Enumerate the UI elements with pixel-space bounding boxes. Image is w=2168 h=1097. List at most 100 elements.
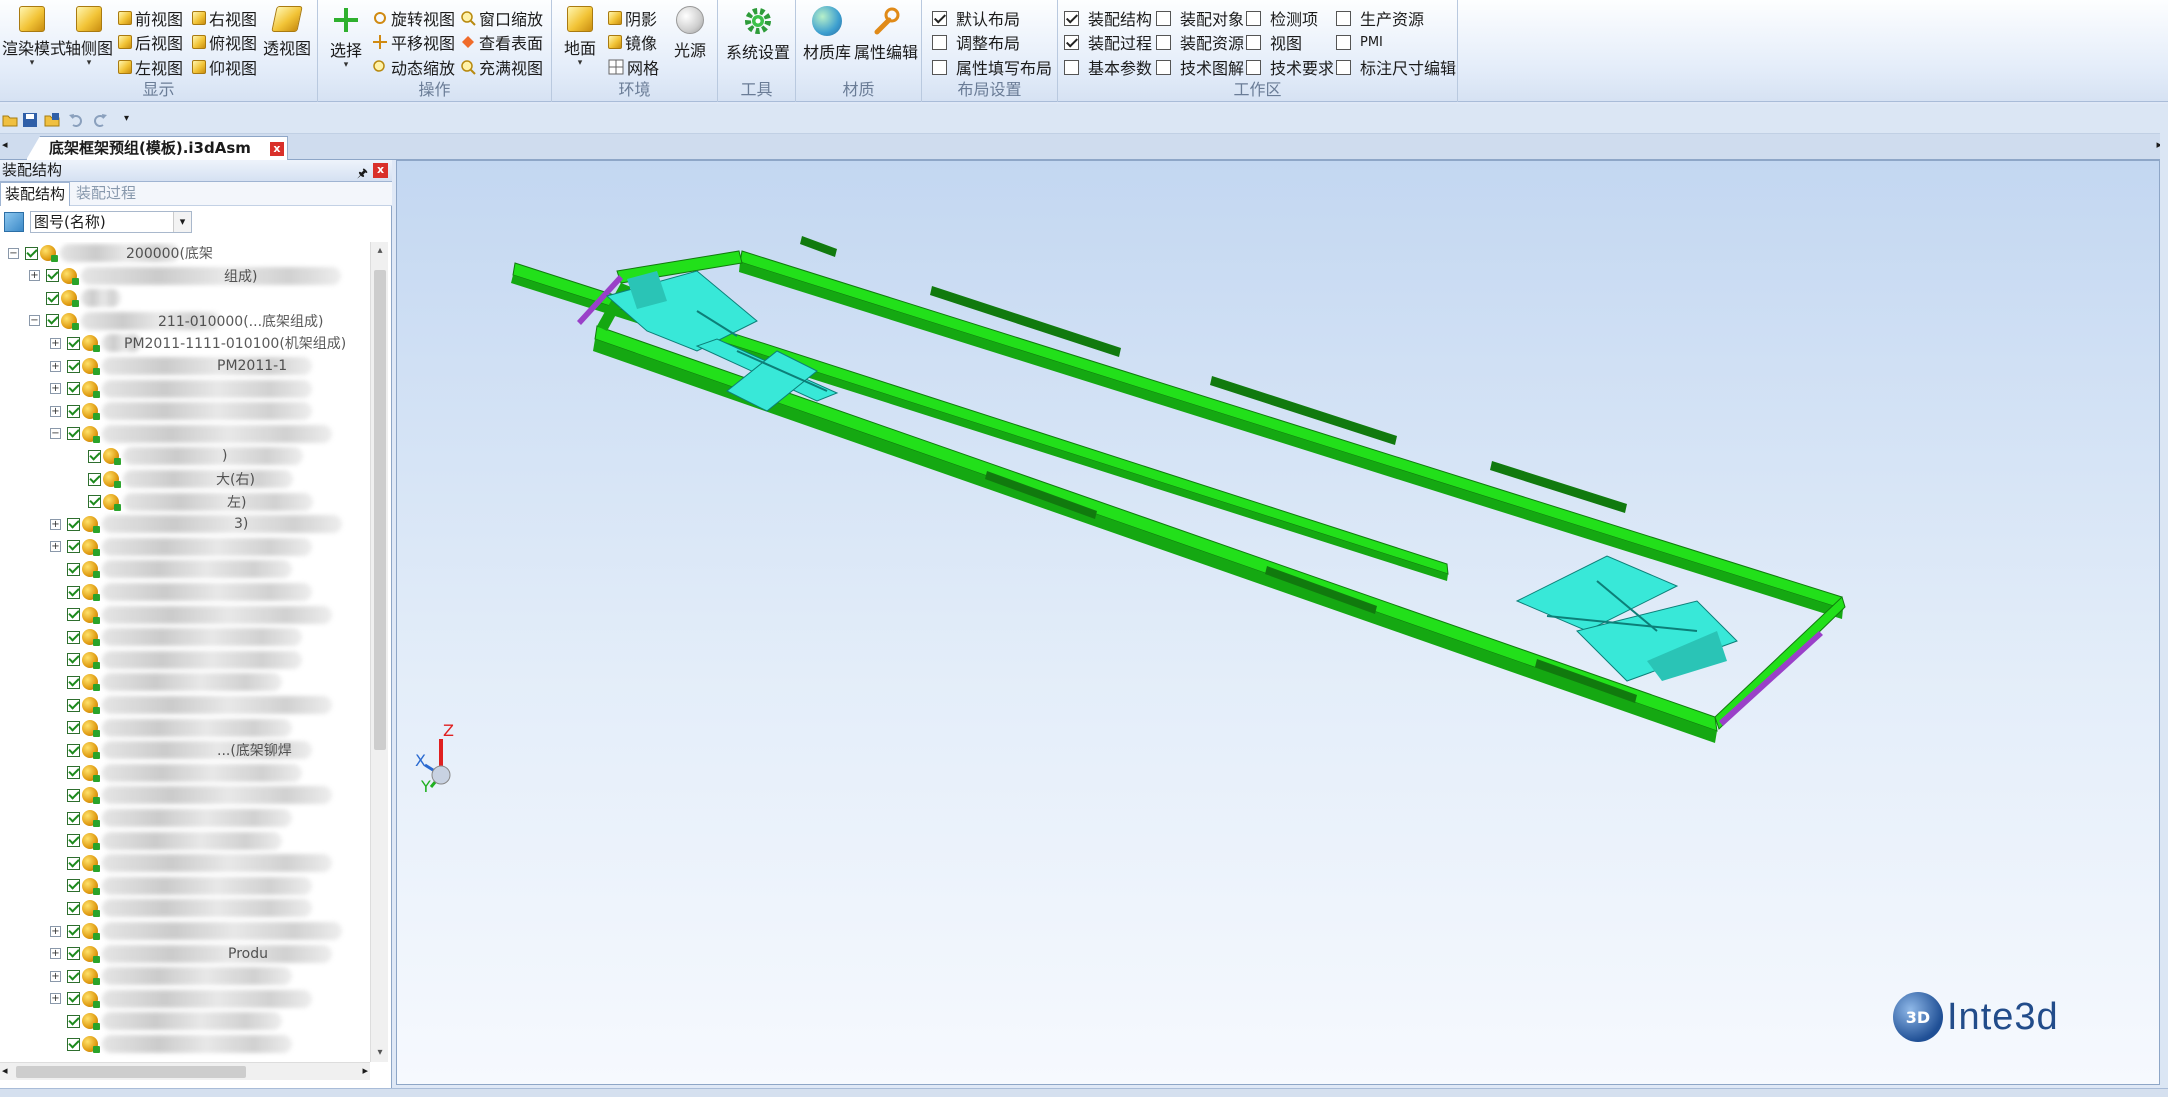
tree-row[interactable] bbox=[50, 626, 302, 648]
shadow-button[interactable]: 阴影 bbox=[608, 7, 657, 29]
tree-node-checkbox[interactable] bbox=[67, 382, 80, 396]
tree-row[interactable]: + bbox=[50, 988, 312, 1010]
save-icon[interactable] bbox=[22, 112, 38, 128]
expand-node-icon[interactable]: + bbox=[50, 405, 61, 417]
default-layout-checkbox[interactable]: 默认布局 bbox=[932, 7, 1020, 29]
tree-row[interactable]: ) bbox=[71, 445, 303, 467]
tab-scroll-left-icon[interactable]: ◂ bbox=[2, 138, 8, 151]
tree-node-checkbox[interactable] bbox=[67, 947, 80, 961]
expand-node-icon[interactable]: + bbox=[50, 360, 61, 372]
tree-node-checkbox[interactable] bbox=[67, 336, 80, 350]
tree-row[interactable] bbox=[50, 897, 312, 919]
tree-node-checkbox[interactable] bbox=[67, 811, 80, 825]
save-as-icon[interactable] bbox=[44, 112, 60, 128]
assembly-structure-checkbox[interactable]: 装配结构 bbox=[1064, 7, 1152, 29]
tree-node-checkbox[interactable] bbox=[67, 1037, 80, 1051]
basic-params-checkbox[interactable]: 基本参数 bbox=[1064, 56, 1152, 78]
tree-row[interactable]: 大(右) bbox=[71, 468, 293, 490]
tree-node-checkbox[interactable] bbox=[67, 721, 80, 735]
tree-node-checkbox[interactable] bbox=[88, 495, 101, 509]
scroll-thumb[interactable] bbox=[374, 270, 386, 750]
tree-row[interactable] bbox=[50, 694, 332, 716]
tree-row[interactable] bbox=[50, 807, 292, 829]
select-button[interactable]: 选择 ▾ bbox=[326, 6, 366, 70]
assembly-resource-checkbox[interactable]: 装配资源 bbox=[1156, 31, 1244, 53]
tree-node-checkbox[interactable] bbox=[88, 472, 101, 486]
tree-row[interactable]: − 200000(底架 bbox=[8, 242, 213, 264]
pmi-checkbox[interactable]: PMI bbox=[1336, 31, 1383, 53]
dimension-edit-checkbox[interactable]: 标注尺寸编辑 bbox=[1336, 56, 1456, 78]
dynamic-zoom-button[interactable]: 动态缩放 bbox=[372, 56, 455, 78]
assembly-object-checkbox[interactable]: 装配对象 bbox=[1156, 7, 1244, 29]
expand-node-icon[interactable]: + bbox=[50, 518, 61, 530]
scroll-thumb[interactable] bbox=[16, 1066, 246, 1078]
tree-row[interactable] bbox=[50, 604, 332, 626]
pan-view-button[interactable]: 平移视图 bbox=[372, 31, 455, 53]
collapse-node-icon[interactable]: − bbox=[50, 428, 61, 440]
tree-row[interactable]: + bbox=[50, 965, 292, 987]
tree-node-checkbox[interactable] bbox=[67, 969, 80, 983]
expand-node-icon[interactable]: + bbox=[50, 948, 61, 960]
tree-node-checkbox[interactable] bbox=[67, 675, 80, 689]
material-library-button[interactable]: 材质库 bbox=[802, 6, 852, 63]
tree-row[interactable] bbox=[50, 784, 332, 806]
left-view-button[interactable]: 左视图 bbox=[118, 56, 183, 78]
tree-node-checkbox[interactable] bbox=[67, 766, 80, 780]
expand-node-icon[interactable]: + bbox=[29, 270, 40, 282]
chassis-frame-model[interactable] bbox=[397, 161, 2159, 1084]
system-settings-button[interactable]: 系统设置 bbox=[726, 6, 790, 63]
back-view-button[interactable]: 后视图 bbox=[118, 31, 183, 53]
expand-node-icon[interactable]: + bbox=[50, 337, 61, 349]
grid-button[interactable]: 网格 bbox=[608, 56, 659, 78]
tree-row[interactable]: + bbox=[50, 536, 312, 558]
tree-row[interactable] bbox=[29, 287, 121, 309]
tree-node-checkbox[interactable] bbox=[67, 901, 80, 915]
tree-node-checkbox[interactable] bbox=[67, 856, 80, 870]
expand-node-icon[interactable]: + bbox=[50, 970, 61, 982]
tab-assembly-process[interactable]: 装配过程 bbox=[72, 182, 140, 206]
tree-row[interactable]: − bbox=[50, 423, 332, 445]
mirror-button[interactable]: 镜像 bbox=[608, 31, 657, 53]
rotate-view-button[interactable]: 旋转视图 bbox=[372, 7, 455, 29]
scroll-down-icon[interactable]: ▾ bbox=[374, 1046, 386, 1060]
tree-row[interactable]: + PM2011-1111-010100(机架组成) bbox=[50, 332, 346, 354]
front-view-button[interactable]: 前视图 bbox=[118, 7, 183, 29]
light-button[interactable]: 光源 bbox=[670, 6, 710, 61]
tree-row[interactable] bbox=[50, 558, 292, 580]
tree-node-checkbox[interactable] bbox=[67, 517, 80, 531]
tree-node-checkbox[interactable] bbox=[67, 630, 80, 644]
tree-row[interactable] bbox=[50, 875, 312, 897]
expand-node-icon[interactable]: + bbox=[50, 993, 61, 1005]
fit-view-button[interactable]: 充满视图 bbox=[460, 56, 543, 78]
tech-illustration-checkbox[interactable]: 技术图解 bbox=[1156, 56, 1244, 78]
tree-row[interactable]: 左) bbox=[71, 491, 313, 513]
display-field-select[interactable]: 图号(名称) ▾ bbox=[30, 211, 192, 233]
open-folder-icon[interactable] bbox=[2, 112, 18, 128]
tree-row[interactable] bbox=[50, 671, 282, 693]
tree-vertical-scrollbar[interactable]: ▴ ▾ bbox=[370, 242, 388, 1062]
tree-row[interactable] bbox=[50, 717, 292, 739]
adjust-layout-checkbox[interactable]: 调整布局 bbox=[932, 31, 1020, 53]
window-zoom-button[interactable]: 窗口缩放 bbox=[460, 7, 543, 29]
tree-row[interactable]: + PM2011-1 bbox=[50, 355, 312, 377]
3d-viewport[interactable]: Z X Y 3D Inte3d bbox=[396, 160, 2160, 1085]
view-checkbox[interactable]: 视图 bbox=[1246, 31, 1302, 53]
tree-node-checkbox[interactable] bbox=[46, 291, 59, 305]
tree-node-checkbox[interactable] bbox=[67, 992, 80, 1006]
axis-view-button[interactable]: 轴侧图 ▾ bbox=[64, 6, 114, 68]
tree-node-checkbox[interactable] bbox=[67, 698, 80, 712]
close-tab-icon[interactable]: x bbox=[269, 142, 284, 156]
tree-node-checkbox[interactable] bbox=[67, 427, 80, 441]
chevron-down-icon[interactable]: ▾ bbox=[173, 212, 191, 232]
scroll-right-icon[interactable]: ▸ bbox=[362, 1064, 368, 1077]
expand-node-icon[interactable]: + bbox=[50, 541, 61, 553]
tree-node-checkbox[interactable] bbox=[67, 404, 80, 418]
tree-row[interactable]: + bbox=[50, 920, 342, 942]
tree-node-checkbox[interactable] bbox=[67, 562, 80, 576]
tree-node-checkbox[interactable] bbox=[46, 269, 59, 283]
tree-node-checkbox[interactable] bbox=[67, 743, 80, 757]
tree-node-checkbox[interactable] bbox=[67, 608, 80, 622]
tree-row[interactable] bbox=[50, 852, 332, 874]
pin-icon[interactable]: 🖈 bbox=[357, 163, 368, 184]
tree-row[interactable]: + bbox=[50, 378, 312, 400]
